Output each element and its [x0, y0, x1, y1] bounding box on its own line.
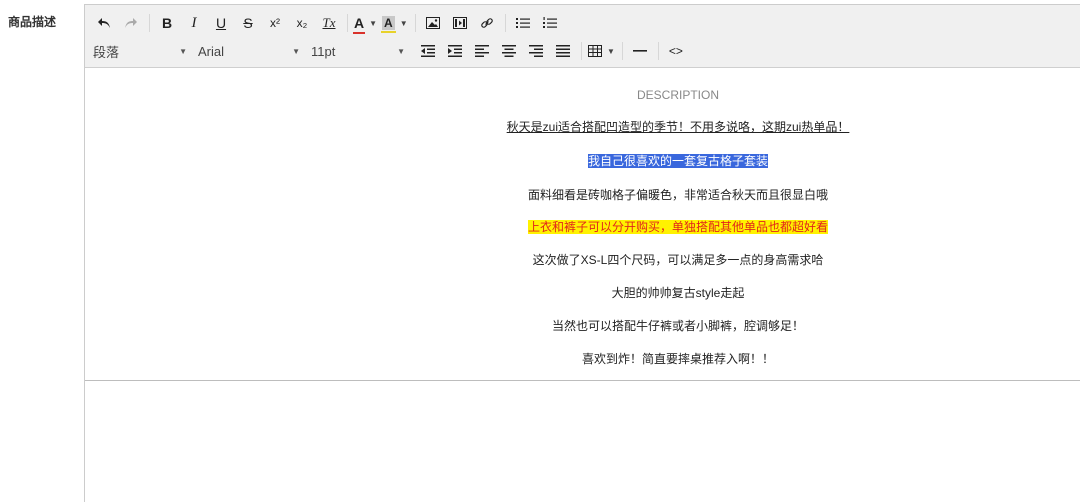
toolbar-separator	[149, 14, 150, 32]
toolbar-row-2: 段落 ▼ Arial ▼ 11pt ▼ ▼ <>	[93, 40, 692, 62]
bold-icon[interactable]: B	[156, 12, 178, 34]
rich-text-editor: B I U S x² x₂ Tx A ▼ A ▼ 段落 ▼ Arial ▼ 11…	[84, 4, 1080, 502]
superscript-icon[interactable]: x²	[264, 12, 286, 34]
align-right-icon[interactable]	[525, 40, 547, 62]
text-color-icon[interactable]: A ▼	[353, 12, 377, 34]
italic-icon[interactable]: I	[183, 12, 205, 34]
underline-label: U	[215, 15, 227, 31]
bold-label: B	[161, 15, 173, 31]
justify-icon[interactable]	[552, 40, 574, 62]
numbered-list-icon[interactable]	[539, 12, 561, 34]
toolbar-separator	[657, 42, 659, 60]
image-icon[interactable]	[422, 12, 444, 34]
content-line: 面料细看是砖咖格子偏暖色，非常适合秋天而且很显白哦	[527, 188, 828, 202]
strikethrough-label: S	[243, 15, 253, 31]
background-color-letter: A	[381, 16, 396, 33]
content-line-selected: 我自己很喜欢的一套复古格子套装	[587, 154, 768, 168]
subscript-icon[interactable]: x₂	[291, 12, 313, 34]
strikethrough-icon[interactable]: S	[237, 12, 259, 34]
text-color-letter: A	[353, 15, 366, 34]
underline-icon[interactable]: U	[210, 12, 232, 34]
content-line-highlighted: 上衣和裤子可以分开购买，单独搭配其他单品也都超好看	[527, 220, 828, 234]
indent-icon[interactable]	[444, 40, 466, 62]
toolbar-separator	[347, 14, 348, 32]
outdent-icon[interactable]	[417, 40, 439, 62]
background-color-icon[interactable]: A ▼	[381, 12, 408, 34]
chevron-down-icon: ▼	[397, 46, 405, 56]
toolbar-separator	[581, 42, 582, 60]
font-size-select[interactable]: 11pt ▼	[311, 40, 409, 62]
clear-format-icon[interactable]: Tx	[318, 12, 340, 34]
font-size-value: 11pt	[311, 43, 336, 59]
editor-content[interactable]: DESCRIPTION 秋天是zui适合搭配凹造型的季节！不用多说咯，这期zui…	[85, 68, 1080, 381]
clear-format-label: Tx	[322, 15, 336, 30]
font-family-select[interactable]: Arial ▼	[198, 40, 304, 62]
undo-icon[interactable]	[93, 12, 115, 34]
source-code-label: <>	[668, 44, 683, 58]
media-icon[interactable]	[449, 12, 471, 34]
block-format-value: 段落	[93, 44, 120, 60]
align-left-icon[interactable]	[471, 40, 493, 62]
align-center-icon[interactable]	[498, 40, 520, 62]
bullet-list-icon[interactable]	[512, 12, 534, 34]
block-format-select[interactable]: 段落 ▼	[93, 40, 191, 62]
subscript-label: x₂	[296, 16, 308, 30]
horizontal-rule-icon[interactable]	[629, 40, 651, 62]
content-line: 当然也可以搭配牛仔裤或者小脚裤，腔调够足！	[551, 319, 804, 333]
italic-label: I	[191, 14, 197, 31]
toolbar-separator	[621, 42, 623, 60]
toolbar-row-1: B I U S x² x₂ Tx A ▼ A ▼	[93, 12, 566, 34]
toolbar-separator	[414, 14, 416, 32]
superscript-label: x²	[270, 16, 280, 30]
description-heading: DESCRIPTION	[636, 88, 719, 102]
chevron-down-icon: ▼	[179, 46, 187, 56]
editor-toolbar: B I U S x² x₂ Tx A ▼ A ▼ 段落 ▼ Arial ▼ 11…	[85, 5, 1080, 68]
content-line: 喜欢到炸！简直要摔桌推荐入啊！！	[581, 352, 774, 366]
content-line: 这次做了XS-L四个尺码，可以满足多一点的身高需求哈	[532, 253, 824, 267]
content-line: 秋天是zui适合搭配凹造型的季节！不用多说咯，这期zui热单品！	[506, 120, 850, 134]
font-family-value: Arial	[198, 43, 225, 59]
link-icon[interactable]	[476, 12, 498, 34]
toolbar-separator	[504, 14, 506, 32]
redo-icon[interactable]	[120, 12, 142, 34]
table-icon[interactable]: ▼	[588, 40, 615, 62]
chevron-down-icon: ▼	[292, 46, 300, 56]
field-label: 商品描述	[8, 15, 57, 29]
source-code-icon[interactable]: <>	[665, 40, 687, 62]
content-line: 大胆的帅帅复古style走起	[611, 286, 745, 300]
